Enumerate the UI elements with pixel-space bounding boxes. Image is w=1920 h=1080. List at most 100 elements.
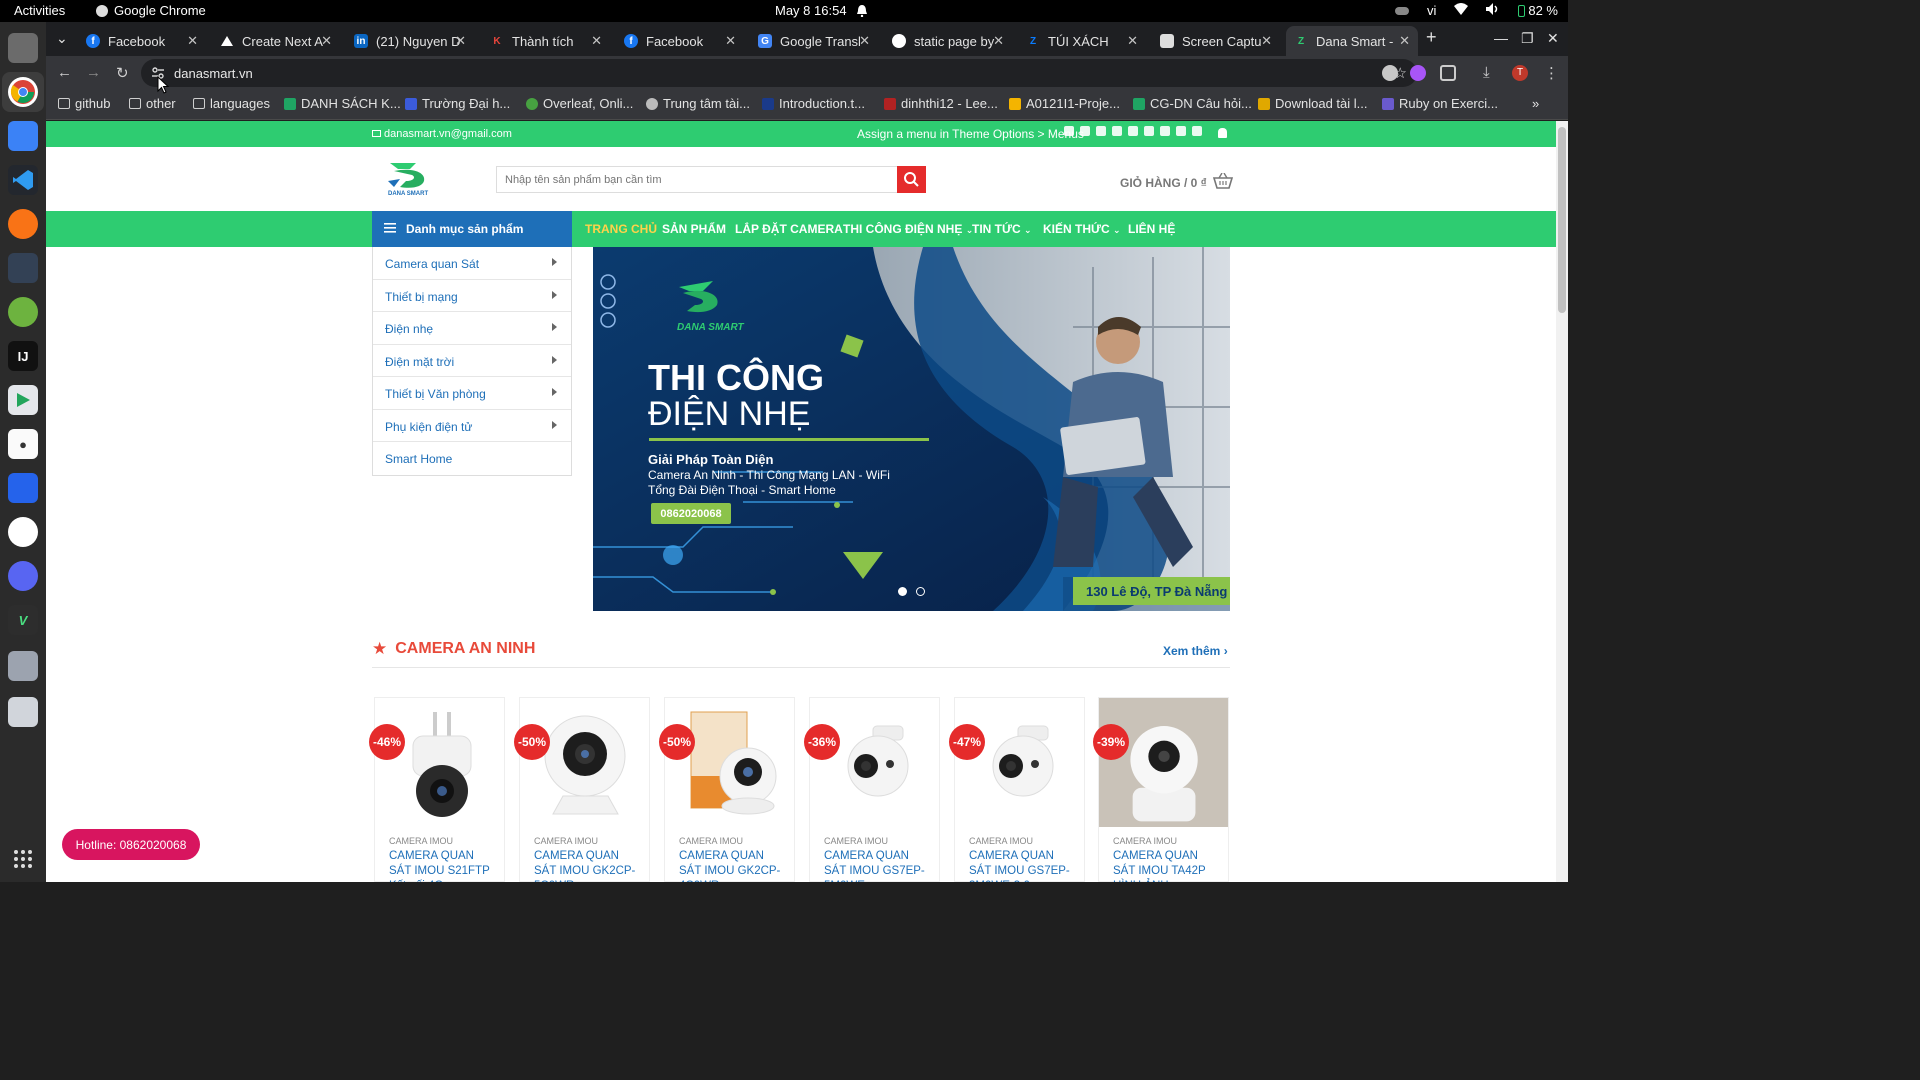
dock-app-icon[interactable]: ● xyxy=(8,429,38,459)
more-bookmarks-icon[interactable]: » xyxy=(1532,96,1539,111)
twitter-icon[interactable] xyxy=(1096,126,1106,136)
new-tab-plus-icon[interactable]: + xyxy=(1426,27,1437,48)
product-name[interactable]: CAMERA QUAN SÁT IMOU GS7EP-3M0WE-3.6 xyxy=(969,849,1079,882)
bookmark-ruby[interactable]: Ruby on Exerci... xyxy=(1382,96,1498,111)
category-camera[interactable]: Camera quan Sát xyxy=(373,247,571,280)
category-accessories[interactable]: Phụ kiện điện tử xyxy=(373,410,571,442)
close-icon[interactable]: ✕ xyxy=(725,33,736,49)
tab-thanh-tich[interactable]: K Thành tích ✕ xyxy=(482,26,610,56)
category-network[interactable]: Thiết bị mạng xyxy=(373,280,571,312)
product-name[interactable]: CAMERA QUAN SÁT IMOU S21FTP Kết nối 4G xyxy=(389,849,499,882)
bookmark-cg-dn[interactable]: CG-DN Câu hỏi... xyxy=(1133,96,1252,111)
dock-files-icon[interactable] xyxy=(8,33,38,63)
nav-home[interactable]: TRANG CHỦ xyxy=(585,222,657,236)
email-link[interactable]: danasmart.vn@gmail.com xyxy=(372,128,512,140)
bookmark-leetcode[interactable]: dinhthi12 - Lee... xyxy=(884,96,998,111)
close-icon[interactable]: ✕ xyxy=(859,33,870,49)
tab-google-translate[interactable]: G Google Transl ✕ xyxy=(750,26,878,56)
close-icon[interactable]: ✕ xyxy=(993,33,1004,49)
user-account-icon[interactable] xyxy=(1218,128,1227,138)
download-icon[interactable]: ⤓ xyxy=(1483,64,1490,81)
dock-screenshot-icon[interactable] xyxy=(8,121,38,151)
dock-intellij-icon[interactable]: IJ xyxy=(8,341,38,371)
product-category-button[interactable]: Danh mục sản phẩm xyxy=(372,211,572,247)
product-card[interactable]: -39% CAMERA IMOU CAMERA QUAN SÁT IMOU TA… xyxy=(1093,697,1229,882)
hotline-button[interactable]: Hotline: 0862020068 xyxy=(62,829,200,860)
product-name[interactable]: CAMERA QUAN SÁT IMOU GK2CP-5C0WR xyxy=(534,849,644,882)
category-solar[interactable]: Điện mặt trời xyxy=(373,345,571,377)
window-close-icon[interactable]: ✕ xyxy=(1547,30,1559,47)
close-icon[interactable]: ✕ xyxy=(1399,33,1410,49)
tab-github-static-page[interactable]: static page by ✕ xyxy=(884,26,1012,56)
slider-dot-1[interactable] xyxy=(898,587,907,596)
tab-facebook-2[interactable]: f Facebook ✕ xyxy=(616,26,744,56)
product-card[interactable]: -47% CAMERA IMOU CAMERA QUAN SÁT IMOU GS… xyxy=(949,697,1085,882)
activities-button[interactable]: Activities xyxy=(14,3,65,18)
battery-indicator[interactable]: 82 % xyxy=(1518,3,1558,18)
dock-discord-icon[interactable] xyxy=(8,561,38,591)
linkedin-icon[interactable] xyxy=(1160,126,1170,136)
product-card[interactable]: -36% CAMERA IMOU CAMERA QUAN SÁT IMOU GS… xyxy=(804,697,940,882)
product-name[interactable]: CAMERA QUAN SÁT IMOU GK2CP-4C0WR xyxy=(679,849,789,882)
close-icon[interactable]: ✕ xyxy=(1127,33,1138,49)
app-menu[interactable]: Google Chrome xyxy=(96,3,206,18)
dock-chrome-icon[interactable] xyxy=(8,77,38,107)
dock-slack-icon[interactable] xyxy=(8,517,38,547)
category-low-voltage[interactable]: Điện nhẹ xyxy=(373,312,571,345)
dock-vim-icon[interactable]: V xyxy=(8,605,38,635)
bookmark-danh-sach[interactable]: DANH SÁCH K... xyxy=(284,96,401,111)
input-language[interactable]: vi xyxy=(1427,3,1436,18)
category-smart-home[interactable]: Smart Home xyxy=(373,442,571,475)
slider-dot-2[interactable] xyxy=(916,587,925,596)
tab-dana-smart[interactable]: Z Dana Smart - ✕ xyxy=(1286,26,1418,56)
dock-spring-icon[interactable] xyxy=(8,297,38,327)
nav-contact[interactable]: LIÊN HỆ xyxy=(1128,222,1175,236)
tab-search-chevron-icon[interactable]: ⌄ xyxy=(56,30,68,47)
back-arrow-icon[interactable]: ← xyxy=(57,64,72,81)
product-name[interactable]: CAMERA QUAN SÁT IMOU GS7EP-5M0WE xyxy=(824,849,934,882)
phone-icon[interactable] xyxy=(1128,126,1138,136)
dock-vscode-icon[interactable] xyxy=(8,165,38,195)
tab-linkedin[interactable]: in (21) Nguyen D ✕ xyxy=(346,26,474,56)
extension-purple-icon[interactable] xyxy=(1410,65,1426,81)
product-card[interactable]: -50% CAMERA IMOU CAMERA QUAN SÁT IMOU GK… xyxy=(514,697,650,882)
tab-facebook[interactable]: f Facebook ✕ xyxy=(78,26,206,56)
bookmark-folder-github[interactable]: github xyxy=(58,96,110,111)
email-icon[interactable] xyxy=(1112,126,1122,136)
product-card[interactable]: -46% CAMERA IMOU CAMERA QUAN SÁT IMOU S2… xyxy=(369,697,505,882)
instagram-icon[interactable] xyxy=(1080,126,1090,136)
kebab-menu-icon[interactable]: ⋮ xyxy=(1544,64,1559,82)
tab-create-next-app[interactable]: Create Next A ✕ xyxy=(212,26,340,56)
close-icon[interactable]: ✕ xyxy=(591,33,602,49)
nav-camera-install[interactable]: LẮP ĐẶT CAMERA xyxy=(735,222,843,236)
bookmark-introduction[interactable]: Introduction.t... xyxy=(762,96,865,111)
nav-news[interactable]: TIN TỨC ⌄ xyxy=(972,222,1032,236)
nav-knowledge[interactable]: KIẾN THỨC ⌄ xyxy=(1043,222,1121,236)
search-input[interactable] xyxy=(497,167,897,192)
bookmark-drive-project[interactable]: A0121I1-Proje... xyxy=(1009,96,1120,111)
category-office[interactable]: Thiết bị Văn phòng xyxy=(373,377,571,410)
show-apps-icon[interactable] xyxy=(8,844,38,874)
bookmark-trung-tam[interactable]: Trung tâm tài... xyxy=(646,96,750,111)
dana-smart-logo[interactable]: DANA SMART xyxy=(386,159,432,197)
facebook-icon[interactable] xyxy=(1064,126,1074,136)
minimize-icon[interactable]: — xyxy=(1494,30,1508,46)
close-icon[interactable]: ✕ xyxy=(187,33,198,49)
bookmark-overleaf[interactable]: Overleaf, Onli... xyxy=(526,96,633,111)
system-tray[interactable]: vi 82 % xyxy=(1394,3,1558,18)
bookmark-truong-dai-hoc[interactable]: Trường Đại h... xyxy=(405,96,510,111)
dock-text-editor-icon[interactable] xyxy=(8,651,38,681)
reload-icon[interactable]: ↻ xyxy=(116,64,129,82)
flickr-icon[interactable] xyxy=(1192,126,1202,136)
dock-postman-icon[interactable] xyxy=(8,209,38,239)
bookmark-folder-languages[interactable]: languages xyxy=(193,96,270,111)
extension-icon[interactable] xyxy=(1382,65,1398,81)
extensions-puzzle-icon[interactable] xyxy=(1440,65,1456,81)
dock-android-studio-icon[interactable] xyxy=(8,385,38,415)
bookmark-download-tai-lieu[interactable]: Download tài l... xyxy=(1258,96,1368,111)
tab-screen-capture[interactable]: Screen Captu ✕ xyxy=(1152,26,1280,56)
close-icon[interactable]: ✕ xyxy=(455,33,466,49)
dock-mysql-icon[interactable] xyxy=(8,473,38,503)
bookmark-folder-other[interactable]: other xyxy=(129,96,176,111)
nav-low-voltage[interactable]: THI CÔNG ĐIỆN NHẸ ⌄ xyxy=(843,222,973,236)
